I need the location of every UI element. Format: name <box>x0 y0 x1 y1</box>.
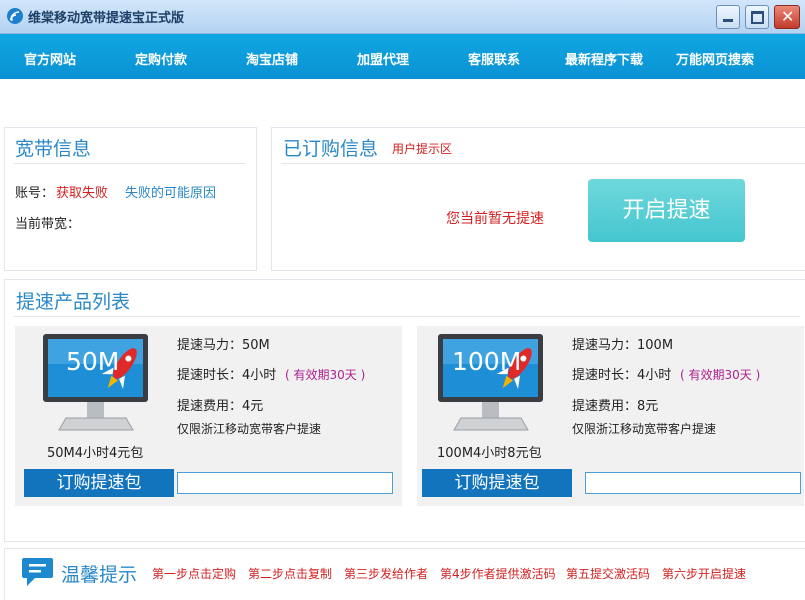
activation-code-input[interactable] <box>585 472 801 494</box>
user-hint-label: 用户提示区 <box>392 142 453 156</box>
region-restriction: 仅限浙江移动宽带客户提速 <box>572 422 717 436</box>
speedup-status: 您当前暂无提速 <box>446 211 544 227</box>
top-nav: 官方网站 定购付款 淘宝店铺 加盟代理 客服联系 最新程序下载 万能网页搜索 <box>0 34 805 79</box>
divider <box>14 163 245 164</box>
tip-step: 第4步作者提供激活码 <box>440 567 556 581</box>
package-name: 50M4小时4元包 <box>47 446 144 461</box>
broadband-info-title: 宽带信息 <box>15 138 92 160</box>
minimize-icon <box>723 19 733 22</box>
app-logo-icon <box>7 8 23 24</box>
order-package-button[interactable]: 订购提速包 <box>422 469 572 497</box>
validity-note: ( 有效期30天 ) <box>285 368 366 382</box>
tip-step: 第二步点击复制 <box>248 567 333 581</box>
monitor-icon: 100M <box>436 332 551 437</box>
tip-step: 第一步点击定购 <box>152 567 237 581</box>
account-label: 账号： <box>15 186 55 201</box>
window-title: 维棠移动宽带提速宝正式版 <box>28 11 185 26</box>
minimize-button[interactable] <box>716 5 740 29</box>
account-value: 获取失败 <box>56 186 109 201</box>
maximize-icon <box>751 11 764 24</box>
close-button[interactable]: ✕ <box>774 5 800 29</box>
speed-power: 提速马力：50M <box>177 338 270 353</box>
chat-bubble-icon <box>21 556 54 588</box>
ordered-info-title: 已订购信息 <box>283 138 379 160</box>
speed-duration: 提速时长：4小时 <box>177 368 277 383</box>
activation-code-input[interactable] <box>177 472 393 494</box>
nav-web-search[interactable]: 万能网页搜索 <box>676 49 754 68</box>
speed-fee: 提速费用：4元 <box>177 399 264 414</box>
nav-taobao-store[interactable]: 淘宝店铺 <box>246 49 298 68</box>
nav-order-payment[interactable]: 定购付款 <box>135 49 187 68</box>
region-restriction: 仅限浙江移动宽带客户提速 <box>177 422 322 436</box>
tip-step: 第五提交激活码 <box>566 567 651 581</box>
tips-title: 温馨提示 <box>61 564 138 586</box>
fail-reason-link[interactable]: 失败的可能原因 <box>125 182 216 201</box>
divider <box>14 316 800 317</box>
order-package-button[interactable]: 订购提速包 <box>24 469 174 497</box>
speed-duration: 提速时长：4小时 <box>572 368 672 383</box>
monitor-speed-label: 50M <box>66 347 120 376</box>
validity-note: ( 有效期30天 ) <box>680 368 761 382</box>
product-list-title: 提速产品列表 <box>16 291 131 313</box>
current-bandwidth-label: 当前带宽： <box>15 217 81 232</box>
tip-step: 第六步开启提速 <box>662 567 747 581</box>
monitor-speed-label: 100M <box>452 347 522 376</box>
close-icon: ✕ <box>781 7 795 26</box>
nav-franchise[interactable]: 加盟代理 <box>357 49 409 68</box>
tip-step: 第三步发给作者 <box>344 567 429 581</box>
start-speedup-button[interactable]: 开启提速 <box>588 179 745 242</box>
divider <box>281 163 805 164</box>
package-name: 100M4小时8元包 <box>437 446 542 461</box>
speed-fee: 提速费用：8元 <box>572 399 659 414</box>
nav-official-site[interactable]: 官方网站 <box>24 49 76 68</box>
maximize-button[interactable] <box>745 5 769 29</box>
title-bar: 维棠移动宽带提速宝正式版 ✕ <box>0 0 805 34</box>
nav-customer-service[interactable]: 客服联系 <box>468 49 520 68</box>
monitor-icon: 50M <box>41 332 156 437</box>
nav-download-latest[interactable]: 最新程序下载 <box>565 49 643 68</box>
speed-power: 提速马力：100M <box>572 338 674 353</box>
